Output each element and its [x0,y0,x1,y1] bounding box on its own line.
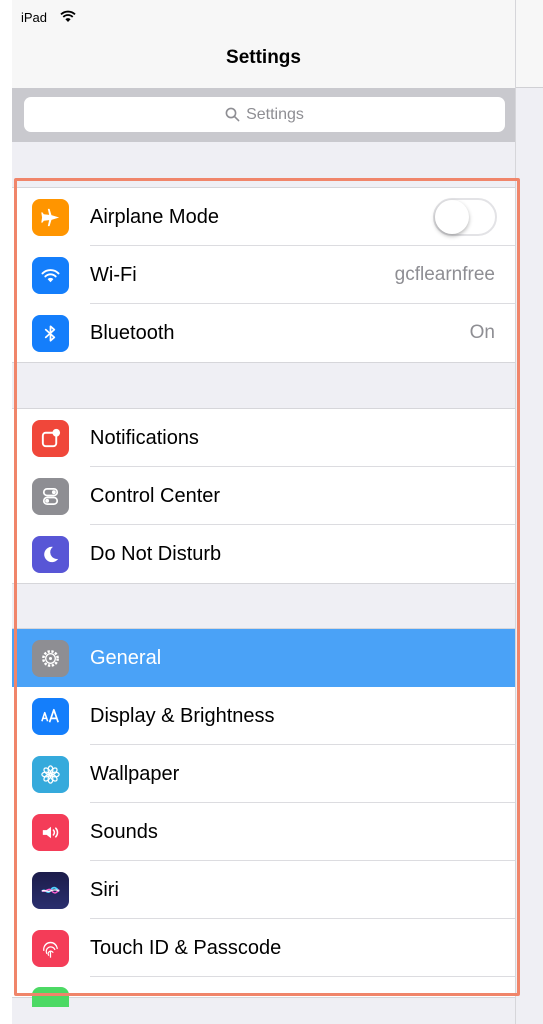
toggle-knob [435,200,469,234]
siri-icon [32,871,69,909]
row-label: Siri [90,878,119,901]
wallpaper-icon [32,755,69,793]
control-center-icon [32,477,69,515]
wifi-icon [32,256,69,294]
status-bar: iPad [12,0,515,30]
row-display-brightness[interactable]: Display & Brightness [12,687,515,745]
row-label: Wi-Fi [90,263,137,286]
row-label: Airplane Mode [90,205,219,228]
row-bluetooth[interactable]: Bluetooth On [12,304,515,362]
row-label: Wallpaper [90,762,180,785]
row-label: Bluetooth [90,321,175,344]
row-wallpaper[interactable]: Wallpaper [12,745,515,803]
display-icon [32,697,69,735]
wifi-network-value: gcflearnfree [394,264,495,285]
device-name: iPad [21,10,48,25]
settings-group-connectivity: Airplane Mode Wi-Fi gcflearnfree Bluetoo… [12,187,515,363]
sounds-icon [32,813,69,851]
bluetooth-status-value: On [469,322,495,343]
search-bar: Settings [12,88,515,142]
row-label: General [90,646,162,669]
row-touch-id-passcode[interactable]: Touch ID & Passcode [12,919,515,977]
row-partial-next[interactable] [12,977,515,1007]
row-label: Control Center [90,484,221,507]
row-general[interactable]: General [12,629,515,687]
navigation-bar: Settings [12,30,515,88]
search-placeholder: Settings [246,105,304,123]
settings-sidebar: iPad Settings Settings Airplane Mode Wi-… [12,0,515,1024]
airplane-mode-toggle[interactable] [433,198,497,236]
row-label: Do Not Disturb [90,542,222,565]
row-sounds[interactable]: Sounds [12,803,515,861]
bluetooth-icon [32,314,69,352]
detail-navigation-bar [516,0,543,88]
detail-pane [515,0,543,1024]
search-input[interactable]: Settings [24,97,505,132]
row-label: Display & Brightness [90,704,275,727]
row-notifications[interactable]: Notifications [12,409,515,467]
notifications-icon [32,419,69,457]
search-icon [225,107,240,122]
settings-group-device: General Display & Brightness Wallpaper S… [12,628,515,1007]
row-airplane-mode[interactable]: Airplane Mode [12,188,515,246]
wifi-icon [60,10,76,22]
row-do-not-disturb[interactable]: Do Not Disturb [12,525,515,583]
row-label: Touch ID & Passcode [90,936,282,959]
page-title: Settings [226,47,301,68]
gear-icon [32,639,69,677]
row-control-center[interactable]: Control Center [12,467,515,525]
row-label: Sounds [90,820,158,843]
moon-icon [32,535,69,573]
airplane-icon [32,198,69,236]
settings-group-alerts: Notifications Control Center Do Not Dist… [12,408,515,584]
row-label: Notifications [90,426,199,449]
battery-icon [32,987,69,1007]
row-wifi[interactable]: Wi-Fi gcflearnfree [12,246,515,304]
fingerprint-icon [32,929,69,967]
row-siri[interactable]: Siri [12,861,515,919]
